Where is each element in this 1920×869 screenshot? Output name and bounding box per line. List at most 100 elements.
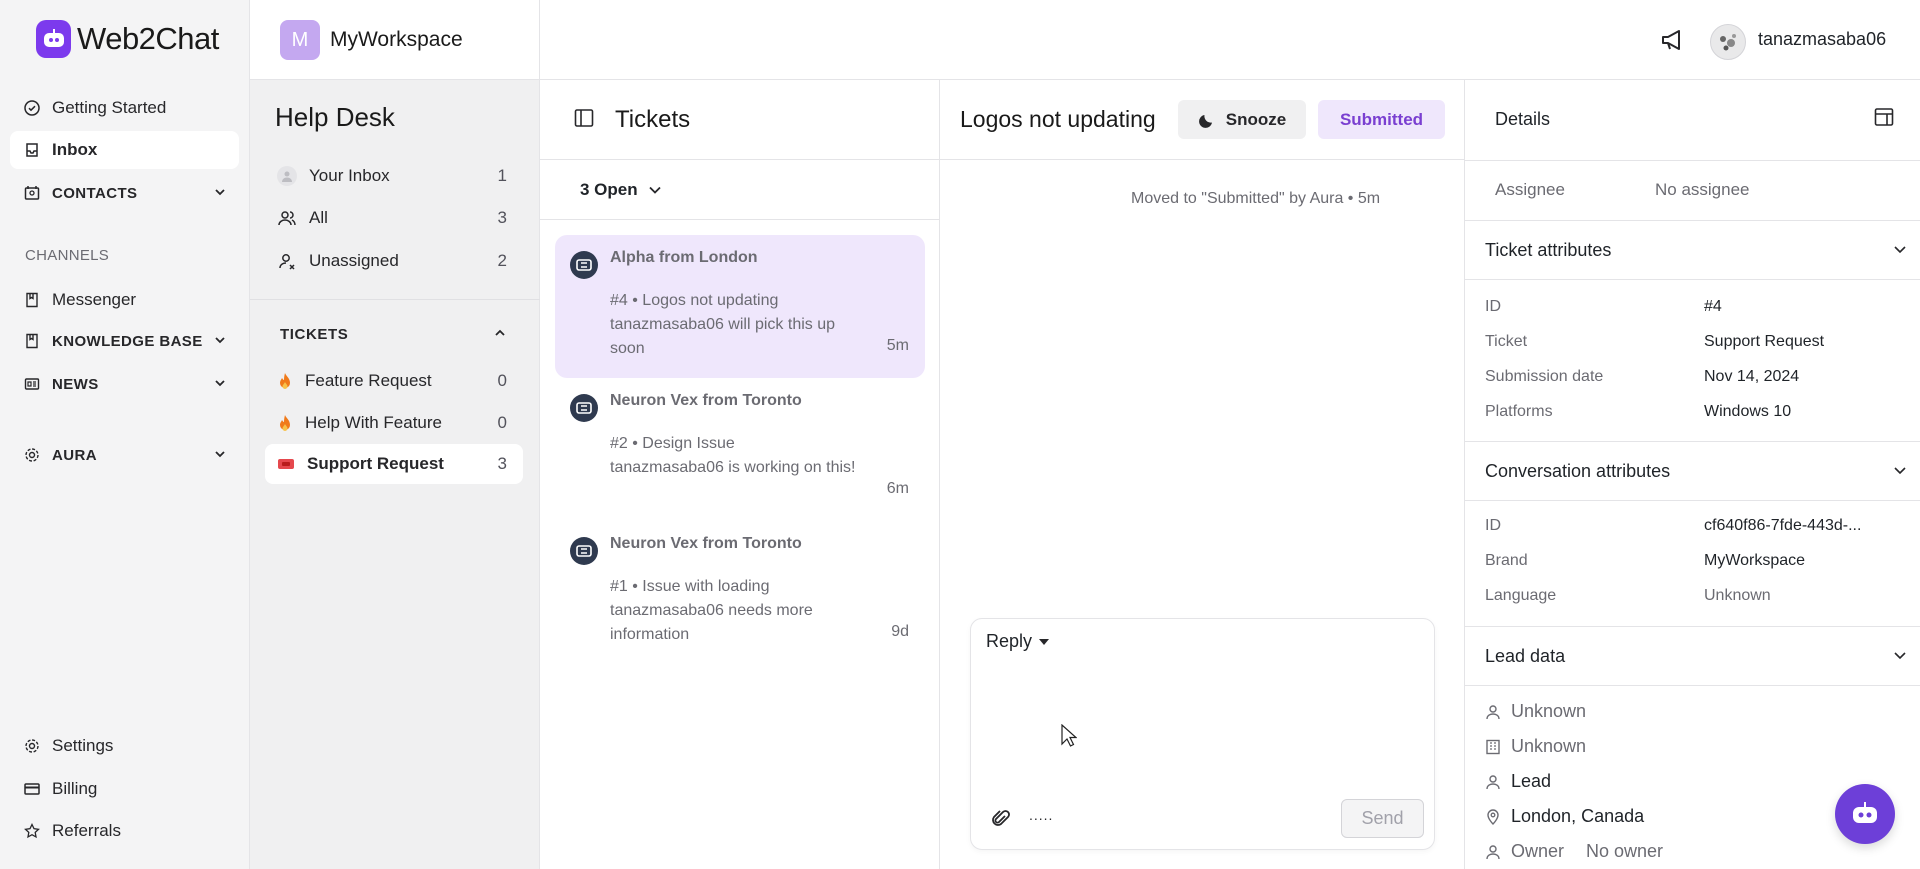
ticket-card[interactable]: Neuron Vex from Toronto #1 • Issue with … bbox=[555, 521, 925, 664]
conversation-header: Logos not updating Snooze Submitted bbox=[940, 80, 1465, 160]
lead-type-row[interactable]: Lead bbox=[1485, 771, 1551, 792]
ticket-status-text: tanazmasaba06 is working on this! bbox=[610, 459, 856, 476]
hd-support-request[interactable]: Support Request 3 bbox=[265, 444, 523, 484]
nav-aura[interactable]: AURA bbox=[10, 436, 239, 474]
user-icon bbox=[1485, 704, 1501, 720]
snooze-button[interactable]: Snooze bbox=[1178, 100, 1306, 139]
chat-launcher-button[interactable] bbox=[1835, 784, 1895, 844]
attribute-value[interactable]: MyWorkspace bbox=[1704, 552, 1805, 570]
moon-icon bbox=[1198, 111, 1216, 129]
hd-item-label: Help With Feature bbox=[305, 413, 442, 432]
chevron-down-icon bbox=[213, 185, 227, 199]
lead-owner-row[interactable]: Owner No owner bbox=[1485, 841, 1663, 862]
nav-news[interactable]: NEWS bbox=[10, 365, 239, 403]
send-button[interactable]: Send bbox=[1341, 799, 1424, 838]
caret-down-icon bbox=[1038, 638, 1050, 646]
attribute-value[interactable]: Nov 14, 2024 bbox=[1704, 368, 1799, 386]
hd-item-count: 3 bbox=[497, 208, 507, 227]
ticket-icon bbox=[570, 394, 598, 422]
attribute-value[interactable]: #4 bbox=[1704, 298, 1722, 316]
flame-icon bbox=[277, 372, 293, 390]
lead-value: Unknown bbox=[1511, 736, 1587, 756]
gear-icon bbox=[24, 447, 40, 463]
hd-feature-request[interactable]: Feature Request 0 bbox=[265, 361, 523, 401]
conversation-title: Logos not updating bbox=[960, 106, 1156, 132]
sidebar-toggle-icon[interactable] bbox=[574, 108, 594, 128]
nav-referrals[interactable]: Referrals bbox=[10, 812, 239, 850]
lead-data-section[interactable]: Lead data bbox=[1465, 626, 1920, 686]
assignee-label: Assignee bbox=[1495, 180, 1565, 199]
nav-inbox[interactable]: Inbox bbox=[10, 131, 239, 169]
chevron-up-icon[interactable] bbox=[493, 326, 507, 340]
username[interactable]: tanazmasaba06 bbox=[1758, 29, 1886, 50]
nav-label: Settings bbox=[52, 736, 114, 755]
nav-label: NEWS bbox=[52, 375, 99, 393]
newspaper-icon bbox=[24, 376, 40, 392]
lead-name-row[interactable]: Unknown bbox=[1485, 701, 1586, 722]
reply-textarea[interactable] bbox=[986, 669, 1421, 769]
ticket-card[interactable]: Neuron Vex from Toronto #2 • Design Issu… bbox=[555, 378, 925, 521]
assignee-value[interactable]: No assignee bbox=[1655, 180, 1750, 200]
nav-knowledge-base[interactable]: KNOWLEDGE BASE bbox=[10, 322, 239, 360]
reply-composer[interactable]: Reply ..... Send bbox=[970, 618, 1435, 850]
user-icon bbox=[1485, 844, 1501, 860]
panel-toggle-icon[interactable] bbox=[1874, 107, 1894, 127]
lead-value: London, Canada bbox=[1511, 806, 1645, 826]
conversation-attributes-section[interactable]: Conversation attributes bbox=[1465, 441, 1920, 501]
ticket-summary: #4 • Logos not updating tanazmasaba06 wi… bbox=[610, 289, 860, 361]
ticket-card[interactable]: Alpha from London #4 • Logos not updatin… bbox=[555, 235, 925, 378]
chevron-down-icon bbox=[1892, 462, 1908, 478]
check-circle-icon bbox=[24, 100, 40, 116]
timeline-event: Moved to "Submitted" by Aura • 5m bbox=[1131, 190, 1381, 207]
hd-help-with-feature[interactable]: Help With Feature 0 bbox=[265, 403, 523, 443]
hd-your-inbox[interactable]: Your Inbox 1 bbox=[265, 156, 523, 196]
attribute-value[interactable]: Unknown bbox=[1704, 587, 1771, 605]
attribute-value[interactable]: Support Request bbox=[1704, 333, 1824, 351]
robot-icon bbox=[1850, 801, 1880, 827]
building-icon bbox=[1485, 739, 1501, 755]
hd-item-count: 0 bbox=[497, 413, 507, 432]
channels-label: CHANNELS bbox=[25, 247, 110, 264]
inbox-icon bbox=[24, 142, 40, 158]
ticket-summary: #1 • Issue with loading tanazmasaba06 ne… bbox=[610, 575, 860, 647]
nav-label: Messenger bbox=[52, 290, 137, 309]
tickets-header: Tickets bbox=[540, 80, 940, 160]
owner-value: No owner bbox=[1586, 841, 1664, 861]
workspace-switcher[interactable]: M MyWorkspace bbox=[250, 0, 540, 80]
ticket-attributes-section[interactable]: Ticket attributes bbox=[1465, 220, 1920, 280]
attribute-key: Submission date bbox=[1485, 368, 1604, 385]
snooze-label: Snooze bbox=[1225, 109, 1287, 129]
chevron-down-icon bbox=[213, 333, 227, 347]
nav-settings[interactable]: Settings bbox=[10, 727, 239, 765]
attribute-key: Language bbox=[1485, 587, 1557, 604]
ticket-title: #1 • Issue with loading bbox=[610, 578, 770, 595]
users-icon bbox=[277, 208, 297, 228]
avatar[interactable] bbox=[1710, 24, 1746, 60]
more-options-icon[interactable]: ..... bbox=[1029, 807, 1053, 823]
chevron-down-icon bbox=[1892, 241, 1908, 257]
nav-label: AURA bbox=[52, 446, 97, 464]
open-filter-dropdown[interactable]: 3 Open bbox=[580, 180, 662, 200]
attribute-value[interactable]: Windows 10 bbox=[1704, 403, 1791, 421]
hd-unassigned[interactable]: Unassigned 2 bbox=[265, 241, 523, 281]
hd-item-label: Unassigned bbox=[309, 251, 399, 270]
megaphone-icon[interactable] bbox=[1660, 27, 1686, 53]
credit-card-icon bbox=[24, 781, 40, 797]
nav-billing[interactable]: Billing bbox=[10, 770, 239, 808]
reply-mode-dropdown[interactable]: Reply bbox=[986, 631, 1050, 652]
ticket-title: #4 • Logos not updating bbox=[610, 292, 779, 309]
status-button[interactable]: Submitted bbox=[1318, 100, 1445, 139]
attribute-value[interactable]: cf640f86-7fde-443d-... bbox=[1704, 517, 1861, 535]
top-bar: tanazmasaba06 bbox=[540, 0, 1920, 80]
brand-logo[interactable]: Web2Chat bbox=[36, 20, 219, 58]
ticket-icon bbox=[277, 457, 295, 471]
nav-messenger[interactable]: Messenger bbox=[10, 281, 239, 319]
ticket-time: 9d bbox=[891, 623, 909, 640]
lead-company-row[interactable]: Unknown bbox=[1485, 736, 1586, 757]
hd-all[interactable]: All 3 bbox=[265, 198, 523, 238]
nav-getting-started[interactable]: Getting Started bbox=[10, 89, 239, 127]
nav-contacts[interactable]: CONTACTS bbox=[10, 174, 239, 212]
tickets-section-label[interactable]: TICKETS bbox=[280, 326, 348, 343]
lead-location-row[interactable]: London, Canada bbox=[1485, 806, 1644, 827]
paperclip-icon[interactable] bbox=[991, 809, 1011, 829]
